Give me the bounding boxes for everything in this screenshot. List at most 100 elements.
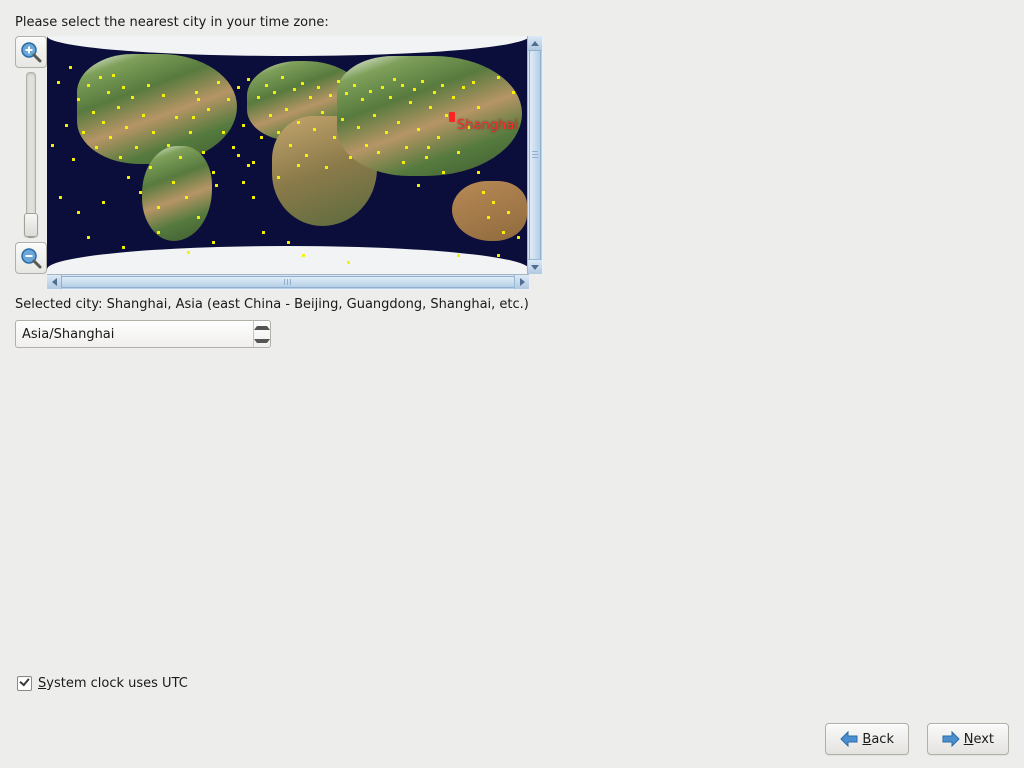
- city-dot[interactable]: [59, 196, 62, 199]
- city-dot[interactable]: [417, 184, 420, 187]
- city-dot[interactable]: [437, 136, 440, 139]
- city-dot[interactable]: [425, 156, 428, 159]
- timezone-combobox[interactable]: Asia/Shanghai: [15, 320, 271, 348]
- city-dot[interactable]: [289, 144, 292, 147]
- city-dot[interactable]: [317, 86, 320, 89]
- city-dot[interactable]: [131, 96, 134, 99]
- next-button[interactable]: Next: [927, 723, 1009, 755]
- scroll-up-button[interactable]: [528, 36, 542, 51]
- city-dot[interactable]: [189, 131, 192, 134]
- city-dot[interactable]: [337, 80, 340, 83]
- city-dot[interactable]: [477, 106, 480, 109]
- city-dot[interactable]: [51, 144, 54, 147]
- zoom-in-button[interactable]: [15, 36, 47, 68]
- city-dot[interactable]: [102, 201, 105, 204]
- city-dot[interactable]: [457, 254, 460, 257]
- map-horizontal-scrollbar[interactable]: [47, 274, 529, 290]
- city-dot[interactable]: [487, 216, 490, 219]
- city-dot[interactable]: [321, 111, 324, 114]
- city-dot[interactable]: [385, 131, 388, 134]
- city-dot[interactable]: [409, 101, 412, 104]
- city-dot[interactable]: [82, 131, 85, 134]
- city-dot[interactable]: [135, 146, 138, 149]
- city-dot[interactable]: [202, 151, 205, 154]
- city-dot[interactable]: [112, 74, 115, 77]
- city-dot[interactable]: [247, 164, 250, 167]
- city-dot[interactable]: [301, 82, 304, 85]
- city-dot[interactable]: [237, 86, 240, 89]
- city-dot[interactable]: [273, 91, 276, 94]
- city-dot[interactable]: [179, 156, 182, 159]
- city-dot[interactable]: [77, 98, 80, 101]
- city-dot[interactable]: [269, 114, 272, 117]
- city-dot[interactable]: [222, 131, 225, 134]
- city-dot[interactable]: [77, 211, 80, 214]
- city-dot[interactable]: [125, 126, 128, 129]
- city-dot[interactable]: [349, 156, 352, 159]
- city-dot[interactable]: [445, 114, 448, 117]
- city-dot[interactable]: [381, 86, 384, 89]
- city-dot[interactable]: [517, 236, 520, 239]
- city-dot[interactable]: [139, 191, 142, 194]
- city-dot[interactable]: [157, 231, 160, 234]
- utc-checkbox-label[interactable]: System clock uses UTC: [38, 676, 188, 691]
- city-dot[interactable]: [345, 92, 348, 95]
- city-dot[interactable]: [405, 146, 408, 149]
- city-dot[interactable]: [287, 241, 290, 244]
- city-dot[interactable]: [433, 91, 436, 94]
- scroll-right-button[interactable]: [514, 275, 529, 289]
- city-dot[interactable]: [197, 216, 200, 219]
- city-dot[interactable]: [149, 166, 152, 169]
- city-dot[interactable]: [162, 94, 165, 97]
- city-dot[interactable]: [102, 121, 105, 124]
- city-dot[interactable]: [477, 171, 480, 174]
- city-dot[interactable]: [217, 81, 220, 84]
- zoom-out-button[interactable]: [15, 242, 47, 274]
- city-dot[interactable]: [252, 196, 255, 199]
- city-dot[interactable]: [147, 84, 150, 87]
- city-dot[interactable]: [507, 211, 510, 214]
- city-dot[interactable]: [512, 91, 515, 94]
- city-dot[interactable]: [393, 78, 396, 81]
- city-dot[interactable]: [427, 146, 430, 149]
- city-dot[interactable]: [122, 246, 125, 249]
- world-map[interactable]: Shanghai: [47, 36, 529, 274]
- city-dot[interactable]: [252, 161, 255, 164]
- city-dot[interactable]: [389, 96, 392, 99]
- city-dot[interactable]: [429, 106, 432, 109]
- city-dot[interactable]: [197, 98, 200, 101]
- city-dot[interactable]: [281, 76, 284, 79]
- city-dot[interactable]: [373, 114, 376, 117]
- city-dot[interactable]: [167, 144, 170, 147]
- zoom-slider[interactable]: [26, 72, 36, 238]
- city-dot[interactable]: [65, 124, 68, 127]
- city-dot[interactable]: [265, 84, 268, 87]
- city-dot[interactable]: [341, 118, 344, 121]
- city-dot[interactable]: [353, 84, 356, 87]
- city-dot[interactable]: [95, 146, 98, 149]
- city-dot[interactable]: [227, 98, 230, 101]
- city-dot[interactable]: [413, 88, 416, 91]
- city-dot[interactable]: [309, 96, 312, 99]
- city-dot[interactable]: [457, 151, 460, 154]
- vertical-scroll-thumb[interactable]: [529, 50, 541, 260]
- city-dot[interactable]: [482, 191, 485, 194]
- city-dot[interactable]: [232, 146, 235, 149]
- scroll-left-button[interactable]: [47, 275, 62, 289]
- city-dot[interactable]: [297, 164, 300, 167]
- city-dot[interactable]: [195, 91, 198, 94]
- city-dot[interactable]: [192, 116, 195, 119]
- city-dot[interactable]: [185, 196, 188, 199]
- city-dot[interactable]: [107, 91, 110, 94]
- city-dot[interactable]: [242, 181, 245, 184]
- city-dot[interactable]: [497, 254, 500, 257]
- city-dot[interactable]: [215, 184, 218, 187]
- city-dot[interactable]: [441, 84, 444, 87]
- city-dot[interactable]: [452, 96, 455, 99]
- city-dot[interactable]: [99, 76, 102, 79]
- city-dot[interactable]: [277, 131, 280, 134]
- city-dot[interactable]: [297, 121, 300, 124]
- city-dot[interactable]: [109, 136, 112, 139]
- city-dot[interactable]: [502, 231, 505, 234]
- city-dot[interactable]: [242, 124, 245, 127]
